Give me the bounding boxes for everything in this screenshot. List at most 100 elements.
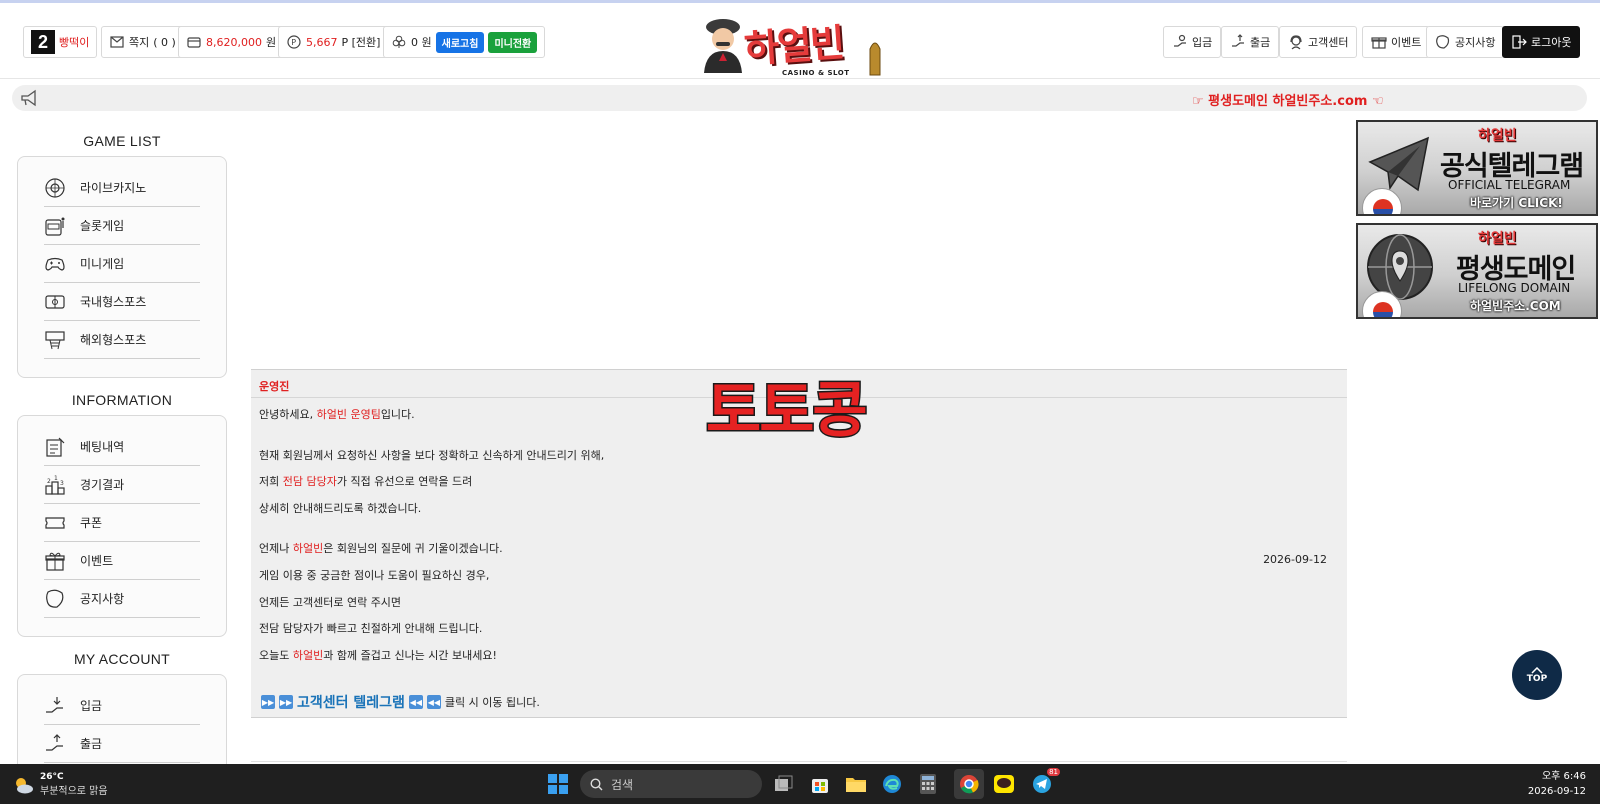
text: 은 회원님의 질문에 귀 기울이겠습니다. xyxy=(323,542,503,556)
deposit-icon xyxy=(1172,34,1188,50)
roulette-icon xyxy=(45,177,65,198)
fast-forward-icon: ▶▶ xyxy=(261,695,275,709)
menu-label: 경기결과 xyxy=(80,478,125,492)
post-line: 게임 이용 중 궁금한 점이나 도움이 필요하신 경우, xyxy=(259,568,490,582)
mini-switch-button[interactable]: 미니전환 xyxy=(488,31,538,53)
menu-event[interactable]: 이벤트 xyxy=(44,542,200,580)
gamepad-icon xyxy=(45,257,65,271)
menu-match-results[interactable]: 213 경기결과 xyxy=(44,466,200,504)
scroll-top-button[interactable]: TOP xyxy=(1512,650,1562,700)
podium-icon: 2 13 xyxy=(45,475,65,495)
text: 과 함께 즐겁고 신나는 시간 보내세요! xyxy=(323,648,497,662)
menu-domestic-sports[interactable]: 국내형스포츠 xyxy=(44,283,200,321)
site-logo[interactable]: 하얼빈 CASINO & SLOT xyxy=(692,11,902,79)
point-box[interactable]: P 5,667 P [전환] xyxy=(278,26,389,58)
text: 저희 xyxy=(259,475,283,489)
information-title: INFORMATION xyxy=(71,392,173,408)
nickname: 빵떡이 xyxy=(59,36,90,49)
text: 안녕하세요, xyxy=(259,408,317,421)
refresh-button[interactable]: 새로고침 xyxy=(435,31,485,53)
domain-banner[interactable]: 하얼빈 평생도메인 LIFELONG DOMAIN 하얼빈주소.COM xyxy=(1356,223,1598,319)
casino-money-box: 0 원 새로고침 미니전환 xyxy=(383,26,546,58)
menu-slot[interactable]: 슬롯게임 xyxy=(44,207,200,245)
menu-deposit[interactable]: 입금 xyxy=(44,687,200,725)
slot-machine-icon xyxy=(45,217,65,236)
event-button[interactable]: 이벤트 xyxy=(1362,26,1431,58)
logout-button[interactable]: 로그아웃 xyxy=(1502,26,1581,58)
menu-label: 쿠폰 xyxy=(80,516,103,530)
deposit-label: 입금 xyxy=(1192,36,1213,49)
withdraw-icon xyxy=(1230,34,1246,50)
weather-text: 부분적으로 맑음 xyxy=(40,786,108,797)
store-icon[interactable] xyxy=(808,772,832,796)
menu-label: 미니게임 xyxy=(80,257,125,271)
telegram-badge: 81 xyxy=(1047,768,1060,776)
withdraw-button[interactable]: 출금 xyxy=(1221,26,1280,58)
menu-notice[interactable]: 공지사항 xyxy=(44,580,200,618)
site-header: 2 빵떡이 쪽지 ( 0 ) 8,620,000 원 P 5,667 P [전환… xyxy=(0,3,1600,79)
weather-widget[interactable]: 26°C 부분적으로 맑음 xyxy=(12,772,108,797)
deposit-icon xyxy=(46,696,63,713)
notice-marquee: ☞ 평생도메인 하얼빈주소.com ☜ xyxy=(12,85,1587,111)
windows-start-icon[interactable] xyxy=(546,772,570,796)
user-level-box[interactable]: 2 빵떡이 xyxy=(23,26,98,58)
menu-coupon[interactable]: 쿠폰 xyxy=(44,504,200,542)
coupon-icon xyxy=(45,516,65,529)
windows-taskbar: 26°C 부분적으로 맑음 검색 81 오후 6:46 2026-09-12 xyxy=(0,764,1600,804)
text: 언제나 xyxy=(259,542,293,556)
rewind-icon: ◀◀ xyxy=(426,695,441,709)
kakaotalk-icon[interactable] xyxy=(992,772,1016,796)
megaphone-icon xyxy=(20,89,40,110)
telegram-icon xyxy=(1368,136,1429,192)
chrome-icon[interactable] xyxy=(954,769,984,799)
menu-label: 베팅내역 xyxy=(80,440,125,454)
money-amount: 8,620,000 xyxy=(206,35,262,49)
file-explorer-icon[interactable] xyxy=(844,772,868,796)
deposit-button[interactable]: 입금 xyxy=(1163,26,1222,58)
edge-icon[interactable] xyxy=(880,772,904,796)
divider xyxy=(251,761,1347,762)
telegram-icon[interactable]: 81 xyxy=(1030,768,1060,796)
clock-time: 오후 6:46 xyxy=(1541,771,1586,782)
game-list-title: GAME LIST xyxy=(83,133,161,149)
menu-mini-game[interactable]: 미니게임 xyxy=(44,245,200,283)
temperature: 26°C xyxy=(40,772,64,782)
withdraw-label: 출금 xyxy=(1250,36,1271,49)
menu-live-casino[interactable]: 라이브카지노 xyxy=(44,169,200,207)
memo-label: 쪽지 xyxy=(129,36,150,49)
system-clock[interactable]: 오후 6:46 2026-09-12 xyxy=(1528,769,1586,799)
post-line: 전담 담당자가 빠르고 친절하게 안내해 드립니다. xyxy=(259,622,483,636)
taskbar-search[interactable]: 검색 xyxy=(580,770,762,798)
point-convert: P [전환] xyxy=(341,36,381,49)
telegram-banner[interactable]: 하얼빈 공식텔레그램 OFFICIAL TELEGRAM 바로가기 CLICK! xyxy=(1356,120,1598,216)
watermark-text: 토토콩 xyxy=(705,375,870,448)
banner-logo: 하얼빈 xyxy=(1478,128,1517,144)
basketball-hoop-icon xyxy=(45,330,65,349)
notice-icon xyxy=(46,589,64,608)
menu-overseas-sports[interactable]: 해외형스포츠 xyxy=(44,321,200,359)
memo-count: ( 0 ) xyxy=(153,35,176,49)
support-label: 고객센터 xyxy=(1308,36,1349,49)
post-body: 안녕하세요, 하얼빈 운영팀입니다. 현재 회원님께서 요청하신 사항을 보다 … xyxy=(259,406,604,673)
notice-button[interactable]: 공지사항 xyxy=(1426,26,1505,58)
memo-button[interactable]: 쪽지 ( 0 ) xyxy=(101,26,184,58)
notice-message[interactable]: ☞ 평생도메인 하얼빈주소.com ☜ xyxy=(1192,90,1384,109)
menu-label: 입금 xyxy=(80,699,103,713)
text: 오늘도 xyxy=(259,648,293,662)
point-coin-icon: P xyxy=(286,34,302,50)
task-view-icon[interactable] xyxy=(772,772,796,796)
highlight: 하얼빈 xyxy=(292,542,324,556)
post-date: 2026-09-12 xyxy=(1263,553,1327,566)
calculator-icon[interactable] xyxy=(916,772,940,796)
support-button[interactable]: 고객센터 xyxy=(1279,26,1358,58)
telegram-support-link[interactable]: ▶▶ ▶▶ 고객센터 텔레그램 ◀◀ ◀◀ 클릭 시 이동 됩니다. xyxy=(261,692,540,712)
banner-logo: 하얼빈 xyxy=(1478,231,1517,247)
highlight: 전담 담당자 xyxy=(282,475,337,489)
menu-label: 공지사항 xyxy=(80,592,125,606)
menu-withdraw[interactable]: 출금 xyxy=(44,725,200,763)
search-icon xyxy=(590,777,603,790)
highlight: 하얼빈 운영팀 xyxy=(316,408,381,421)
menu-bet-history[interactable]: 베팅내역 xyxy=(44,428,200,466)
menu-label: 슬롯게임 xyxy=(80,219,125,233)
money-box[interactable]: 8,620,000 원 xyxy=(178,26,285,58)
